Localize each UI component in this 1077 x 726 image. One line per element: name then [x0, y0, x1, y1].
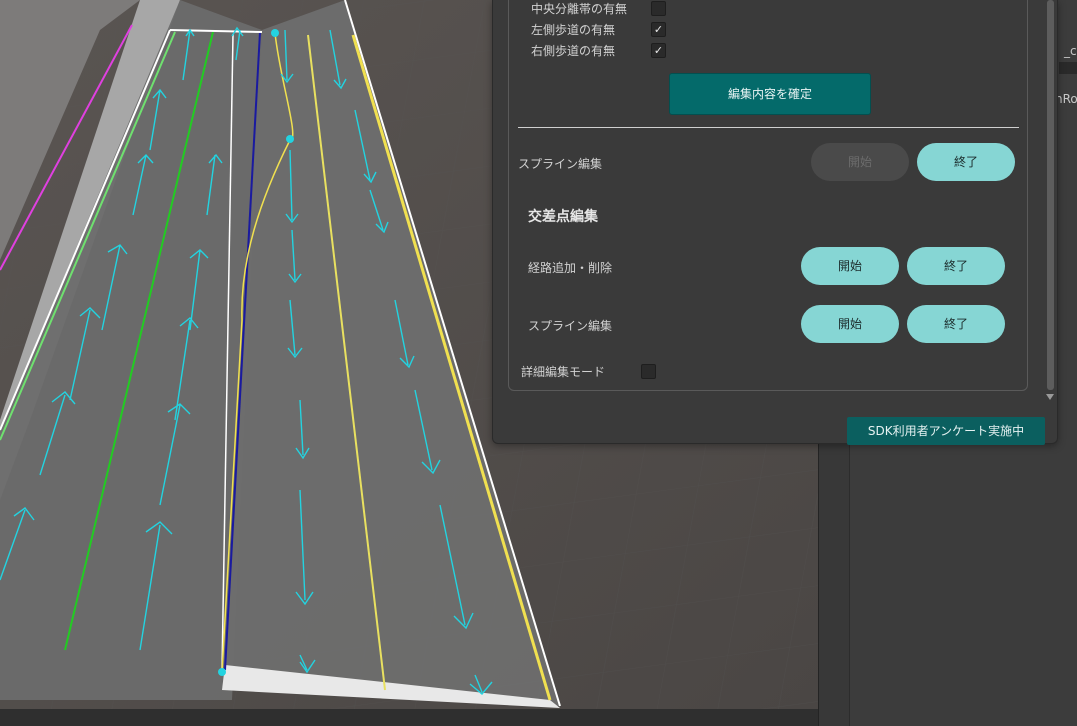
inspector-field[interactable] — [1059, 62, 1077, 74]
left-sidewalk-label: 左側歩道の有無 — [531, 23, 616, 37]
intersection-spline-end-button[interactable]: 終了 — [907, 305, 1005, 343]
confirm-edit-button[interactable]: 編集内容を確定 — [669, 73, 871, 115]
detail-mode-checkbox[interactable] — [641, 364, 656, 379]
right-sidewalk-label: 右側歩道の有無 — [531, 44, 616, 58]
spline-edit-label: スプライン編集 — [518, 157, 603, 171]
intersection-edit-heading: 交差点編集 — [528, 209, 598, 225]
scrollbar-thumb[interactable] — [1047, 0, 1054, 390]
sdk-survey-button[interactable]: SDK利用者アンケート実施中 — [847, 417, 1045, 445]
intersection-spline-start-button[interactable]: 開始 — [801, 305, 899, 343]
scene-bottom-strip — [0, 709, 818, 726]
detail-mode-label: 詳細編集モード — [521, 365, 606, 379]
right-sidewalk-checkbox[interactable]: ✓ — [651, 43, 666, 58]
inspector-text-fragment: nRoa — [1055, 92, 1077, 106]
route-end-button[interactable]: 終了 — [907, 247, 1005, 285]
median-label: 中央分離帯の有無 — [531, 2, 628, 16]
control-point — [271, 29, 279, 37]
route-add-delete-label: 経路追加・削除 — [528, 261, 613, 275]
control-point — [286, 135, 294, 143]
inspector-text-fragment: _cit — [1064, 44, 1077, 58]
panel-scrollbar[interactable] — [1045, 0, 1055, 410]
section-divider — [518, 127, 1019, 128]
left-sidewalk-checkbox[interactable]: ✓ — [651, 22, 666, 37]
intersection-spline-label: スプライン編集 — [528, 319, 613, 333]
route-start-button[interactable]: 開始 — [801, 247, 899, 285]
median-checkbox[interactable] — [651, 1, 666, 16]
scroll-down-arrow-icon[interactable] — [1046, 394, 1054, 400]
spline-edit-end-button[interactable]: 終了 — [917, 143, 1015, 181]
road-editor-panel: 中央分離帯の有無 左側歩道の有無 ✓ 右側歩道の有無 ✓ 編集内容を確定 スプラ… — [492, 0, 1058, 445]
control-point — [218, 668, 226, 676]
spline-edit-start-button[interactable]: 開始 — [811, 143, 909, 181]
